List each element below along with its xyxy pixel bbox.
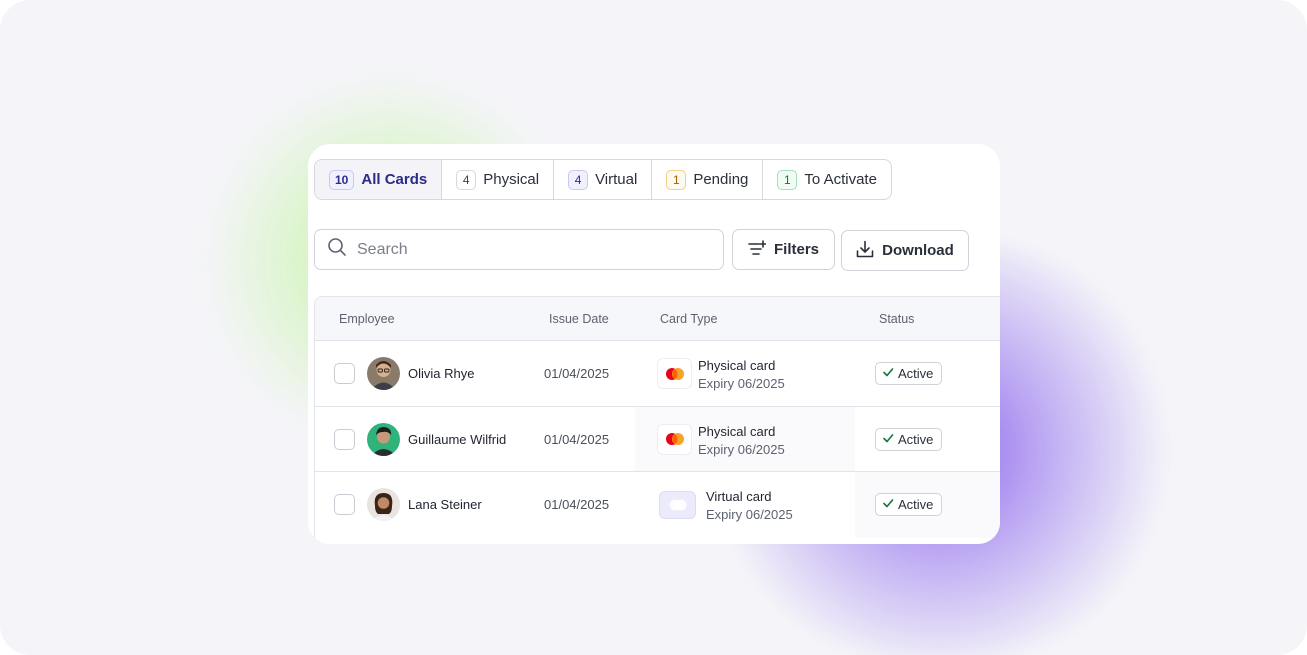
status-badge: Active [875, 427, 942, 451]
tab-count: 4 [568, 169, 589, 190]
row-checkbox[interactable] [334, 363, 355, 384]
tab-physical[interactable]: 4 Physical [442, 160, 555, 199]
tab-label: To Activate [804, 171, 877, 188]
tab-to-activate[interactable]: 1 To Activate [763, 160, 891, 199]
mastercard-icon [658, 424, 691, 454]
tab-label: Physical [483, 171, 540, 188]
tab-label: All Cards [361, 171, 428, 188]
table-row[interactable]: Lana Steiner 01/04/2025 Virtual card Exp… [315, 472, 1000, 538]
row-checkbox[interactable] [334, 494, 355, 515]
employee-name: Olivia Rhye [408, 366, 475, 381]
search-box [314, 229, 724, 270]
card-type: Virtual card [706, 489, 772, 504]
card-expiry: Expiry 06/2025 [698, 441, 785, 457]
table-row[interactable]: Guillaume Wilfrid 01/04/2025 Physical ca… [315, 406, 1000, 472]
tab-label: Virtual [595, 171, 638, 188]
tab-pending[interactable]: 1 Pending [652, 160, 764, 199]
issue-date: 01/04/2025 [544, 366, 610, 381]
status-label: Active [898, 366, 934, 381]
tab-all-cards[interactable]: 10 All Cards [315, 160, 443, 199]
table-row[interactable]: Olivia Rhye 01/04/2025 Physical card Exp… [315, 341, 1000, 407]
employee-name: Lana Steiner [408, 497, 482, 512]
tab-count: 10 [329, 169, 355, 190]
card-type: Physical card [698, 358, 776, 373]
filters-button[interactable]: Filters [732, 229, 835, 270]
column-employee[interactable]: Employee [339, 312, 395, 326]
virtual-card-icon [660, 492, 695, 518]
tab-virtual[interactable]: 4 Virtual [554, 160, 653, 199]
column-card-type[interactable]: Card Type [660, 312, 717, 326]
download-icon [856, 240, 874, 262]
filter-icon [748, 239, 767, 260]
tab-label: Pending [693, 171, 749, 188]
row-checkbox[interactable] [334, 428, 355, 450]
card-filter-tabs: 10 All Cards 4 Physical 4 Virtual 1 Pend… [314, 159, 892, 200]
background-canvas: 10 All Cards 4 Physical 4 Virtual 1 Pend… [0, 0, 1307, 655]
column-issue-date[interactable]: Issue Date [549, 312, 609, 326]
check-icon [882, 432, 894, 447]
card-type: Physical card [698, 423, 776, 439]
issue-date: 01/04/2025 [544, 497, 610, 512]
download-label: Download [882, 242, 954, 259]
search-input[interactable] [357, 240, 697, 259]
status-badge: Active [875, 362, 942, 385]
filters-label: Filters [773, 241, 819, 258]
check-icon [882, 366, 894, 381]
check-icon [882, 497, 894, 512]
card-expiry: Expiry 06/2025 [698, 376, 785, 391]
cards-panel: 10 All Cards 4 Physical 4 Virtual 1 Pend… [308, 144, 1000, 544]
column-status[interactable]: Status [879, 312, 914, 326]
issue-date: 01/04/2025 [544, 431, 610, 447]
status-label: Active [898, 431, 934, 447]
cards-table: Employee Issue Date Card Type Status Oli… [314, 296, 1000, 544]
tab-count: 1 [666, 169, 687, 190]
search-icon [327, 237, 347, 262]
status-label: Active [898, 497, 934, 512]
card-expiry: Expiry 06/2025 [706, 507, 793, 522]
mastercard-icon [658, 359, 691, 388]
avatar [367, 422, 400, 456]
employee-name: Guillaume Wilfrid [408, 431, 507, 447]
tab-count: 4 [456, 169, 477, 190]
avatar [367, 488, 400, 521]
status-badge: Active [875, 493, 942, 516]
tab-count: 1 [777, 169, 798, 190]
download-button[interactable]: Download [841, 230, 969, 271]
avatar [367, 357, 400, 390]
table-header: Employee Issue Date Card Type Status [315, 297, 1000, 341]
